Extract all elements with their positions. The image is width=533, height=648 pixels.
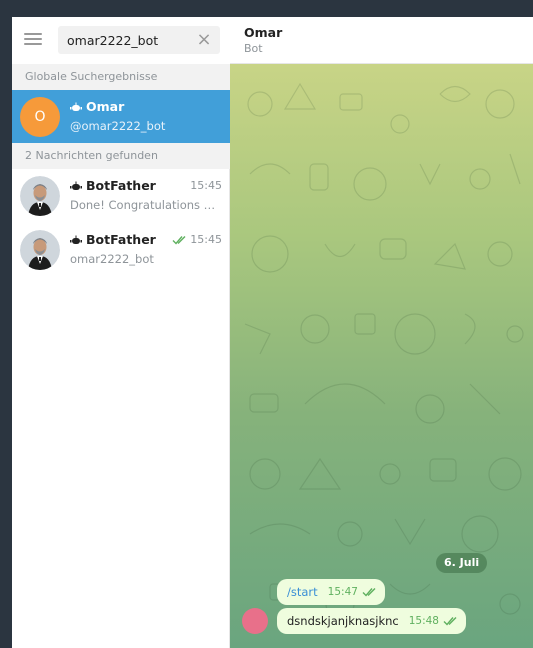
hamburger-menu-icon[interactable] [24,30,42,48]
search-input[interactable] [58,26,198,54]
chat-panel: Omar Bot 6. Juli /start 15:47 dsndskjanj… [230,17,533,648]
botfather-avatar [20,176,60,216]
chat-subtitle: Bot [244,42,263,55]
message-result-name-text: BotFather [86,232,156,247]
message-bubble[interactable]: dsndskjanjknasjknc 15:48 [277,608,466,634]
message-result-time: 15:45 [172,233,222,246]
result-username: @omar2222_bot [70,119,166,133]
botfather-avatar [20,230,60,270]
time-text: 15:47 [327,586,358,598]
double-check-icon [172,235,186,245]
search-box: × [58,26,220,54]
left-panel: × Globale Suchergebnisse O Omar @omar222… [12,17,230,648]
message-result-preview: Done! Congratulations on your new bot. [70,198,222,212]
time-text: 15:48 [408,615,439,627]
time-text: 15:45 [190,179,222,192]
avatar: O [20,97,60,137]
message-time: 15:48 [409,615,458,627]
message-time: 15:47 [328,586,377,598]
double-check-icon [443,617,457,626]
global-results-header: Globale Suchergebnisse [12,64,230,90]
time-text: 15:45 [190,233,222,246]
message-text: dsndskjanjknasjknc [287,614,399,628]
message-result-row[interactable]: BotFather 15:45 Done! Congratulations on… [12,169,230,223]
search-bar: × [12,17,230,64]
clear-search-icon[interactable]: × [194,30,214,50]
result-row-omar[interactable]: O Omar @omar2222_bot [12,90,230,144]
bot-command-link[interactable]: /start [287,585,318,599]
bot-icon [70,181,82,190]
result-name-text: Omar [86,99,125,114]
chat-background: 6. Juli /start 15:47 dsndskjanjknasjknc … [230,64,533,648]
chat-title: Omar [244,25,283,40]
message-result-name-text: BotFather [86,178,156,193]
message-result-preview: omar2222_bot [70,252,154,266]
sender-avatar[interactable] [242,608,268,634]
telegram-window: × Globale Suchergebnisse O Omar @omar222… [12,17,533,648]
message-result-name: BotFather [70,232,156,247]
date-separator: 6. Juli [436,553,488,573]
message-result-row[interactable]: BotFather 15:45 omar2222_bot [12,223,230,277]
doodle-pattern [244,82,524,619]
result-name: Omar [70,99,124,114]
message-bubble[interactable]: /start 15:47 [277,579,385,605]
double-check-icon [362,588,376,597]
message-result-name: BotFather [70,178,156,193]
chat-header[interactable]: Omar Bot [230,17,533,64]
message-result-time: 15:45 [190,179,222,192]
bot-icon [70,102,82,111]
bot-icon [70,235,82,244]
messages-found-header: 2 Nachrichten gefunden [12,143,230,169]
